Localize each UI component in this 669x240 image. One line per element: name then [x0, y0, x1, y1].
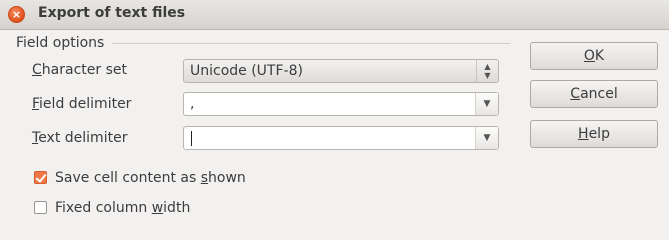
field-delimiter-label: Field delimiter [32, 96, 132, 112]
character-set-label: Character set [32, 62, 127, 78]
character-set-value: Unicode (UTF-8) [190, 63, 303, 79]
close-icon[interactable]: × [8, 6, 25, 23]
cancel-button[interactable]: Cancel [530, 80, 658, 108]
character-set-select[interactable]: Unicode (UTF-8) ▲ ▼ [183, 59, 499, 83]
field-options-heading: Field options [16, 35, 105, 51]
window-title: Export of text files [38, 5, 186, 21]
title-bar: × Export of text files [0, 0, 669, 30]
spinner-arrows-icon[interactable]: ▲ ▼ [476, 60, 498, 82]
help-button[interactable]: Help [530, 120, 658, 148]
field-delimiter-combo[interactable]: , ▼ [183, 92, 499, 116]
text-cursor [191, 131, 192, 146]
save-cell-content-checkbox[interactable] [34, 171, 47, 184]
section-divider [112, 43, 510, 44]
chevron-down-icon[interactable]: ▼ [475, 127, 498, 149]
text-delimiter-combo[interactable]: ▼ [183, 126, 499, 150]
ok-button[interactable]: OK [530, 42, 658, 70]
text-delimiter-label: Text delimiter [32, 130, 128, 146]
field-delimiter-value: , [190, 96, 195, 112]
fixed-column-width-checkbox[interactable] [34, 201, 47, 214]
chevron-down-icon[interactable]: ▼ [475, 93, 498, 115]
save-cell-content-label: Save cell content as shown [55, 170, 246, 186]
fixed-column-width-label: Fixed column width [55, 200, 191, 216]
